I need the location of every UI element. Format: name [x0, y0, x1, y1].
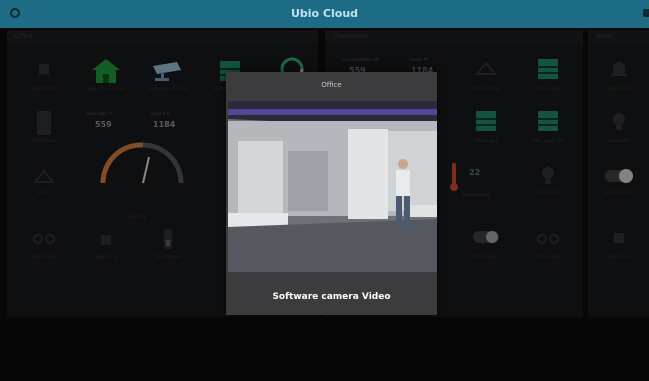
tile-label: Thermostat — [473, 87, 499, 92]
square-icon — [613, 233, 624, 243]
ubio-switch-tile[interactable]: Ubio Switch — [455, 220, 517, 264]
software-camera-tile[interactable]: Software camera — [137, 52, 199, 96]
lamp-icon — [33, 169, 55, 183]
tile-label: Ubio Door — [32, 139, 56, 144]
tile-label: Ubio Sensor — [604, 191, 632, 196]
more-icon[interactable] — [643, 9, 649, 17]
temperature-tile[interactable]: 22 Temperature — [445, 158, 507, 202]
tile-label: Ubio Relay — [606, 255, 631, 260]
light-panel-icon — [538, 59, 558, 79]
tile-label: Ubio Office — [31, 87, 57, 92]
ubio-light-tile-2[interactable]: Ubio Light — [455, 104, 517, 148]
reading-label: Power W — [409, 58, 429, 63]
tile-label: Ubio Switch — [472, 255, 500, 260]
door-icon — [37, 111, 51, 135]
glasses-icon — [537, 234, 559, 244]
camera-video[interactable] — [228, 101, 437, 272]
toggle-icon — [604, 169, 633, 183]
toggle-icon — [473, 231, 499, 243]
reading-label: Consumption W — [343, 58, 379, 63]
app-title: Ubio Cloud — [290, 7, 359, 20]
light-panel-icon — [538, 111, 558, 131]
tile-label: Aircon — [36, 191, 52, 196]
bulb-icon — [542, 167, 554, 184]
reading-value: 559 — [95, 120, 112, 129]
reading-value: 1184 — [153, 120, 176, 129]
reading-label: Sound lx — [151, 112, 171, 117]
switch-icon — [164, 229, 172, 249]
ubio-light-alarm-tile[interactable]: Ubio Light — [588, 104, 649, 148]
camera-icon — [153, 62, 181, 81]
tile-label: Ubio Alarm — [606, 87, 631, 92]
lamp-icon — [475, 61, 497, 75]
ubio-office-tile[interactable]: Ubio Office — [13, 52, 75, 96]
ubio-door-tile[interactable]: Ubio Door — [13, 104, 75, 148]
ubio-socket-tile[interactable]: Ubio Socket — [137, 220, 199, 264]
tile-label: Ubio Light — [474, 139, 498, 144]
bell-icon — [610, 62, 627, 76]
dialog-caption: Software camera Video — [272, 292, 391, 302]
tile-label: Temperature — [461, 193, 491, 198]
alarm-panel-header: Alarm — [588, 30, 649, 44]
glasses-icon — [33, 234, 55, 244]
tile-label: Ubio Light — [607, 139, 630, 144]
aircon-tile[interactable]: Aircon — [13, 156, 75, 200]
thermometer-icon — [450, 163, 458, 191]
ubio-lamp-tile[interactable]: Ubio Lamp — [13, 220, 75, 264]
thermostat-tile[interactable]: Thermostat — [455, 52, 517, 96]
tile-label: Ubio Light Tab — [532, 139, 564, 144]
reading-label: Humidity % — [87, 112, 114, 117]
square-icon — [39, 64, 49, 74]
ubio-bulb-tile[interactable]: Ubio Bulb — [517, 156, 579, 200]
tile-label: Ubio Light — [536, 255, 560, 260]
camera-dialog: Office Software camera Video — [226, 72, 437, 315]
thermostat-panel-header: Thermostat — [325, 30, 583, 44]
tile-label: Ubio Cloud House — [86, 87, 126, 92]
tile-label: Ubio Socket — [154, 255, 182, 260]
square-icon — [101, 235, 111, 245]
bulb-icon — [612, 113, 625, 130]
office-panel-header: Office — [7, 30, 318, 44]
tile-label: Ubio Lamp — [31, 255, 57, 260]
ubio-light-tile[interactable]: Ubio Light — [517, 52, 579, 96]
ubio-sensor-tile[interactable]: Ubio Sensor — [588, 156, 649, 200]
house-icon — [92, 59, 120, 83]
dialog-title: Office — [321, 81, 342, 89]
ubio-relay-tile[interactable]: Ubio Relay — [75, 220, 137, 264]
tile-label: Ubio Relay — [94, 255, 118, 260]
light-panel-icon — [476, 111, 496, 131]
humidity-label-tile[interactable]: Humidity — [105, 180, 167, 224]
ubio-relay-alarm-tile[interactable]: Ubio Relay — [588, 220, 649, 264]
ubio-light-tab-tile[interactable]: Ubio Light Tab — [517, 104, 579, 148]
alarm-panel: Alarm Ubio Alarm Ubio Light Ubio Sensor … — [588, 30, 649, 317]
ubio-alarm-tile[interactable]: Ubio Alarm — [588, 52, 649, 96]
ubio-cloud-house-tile[interactable]: Ubio Cloud House — [75, 52, 137, 96]
temperature-value: 22 — [469, 168, 481, 177]
tile-label: Software camera — [148, 87, 188, 92]
tile-label: Ubio Light — [536, 87, 560, 92]
ubio-light-tile-3[interactable]: Ubio Light — [517, 220, 579, 264]
tile-label: Ubio Bulb — [537, 191, 559, 196]
app-header: Ubio Cloud — [0, 0, 649, 28]
